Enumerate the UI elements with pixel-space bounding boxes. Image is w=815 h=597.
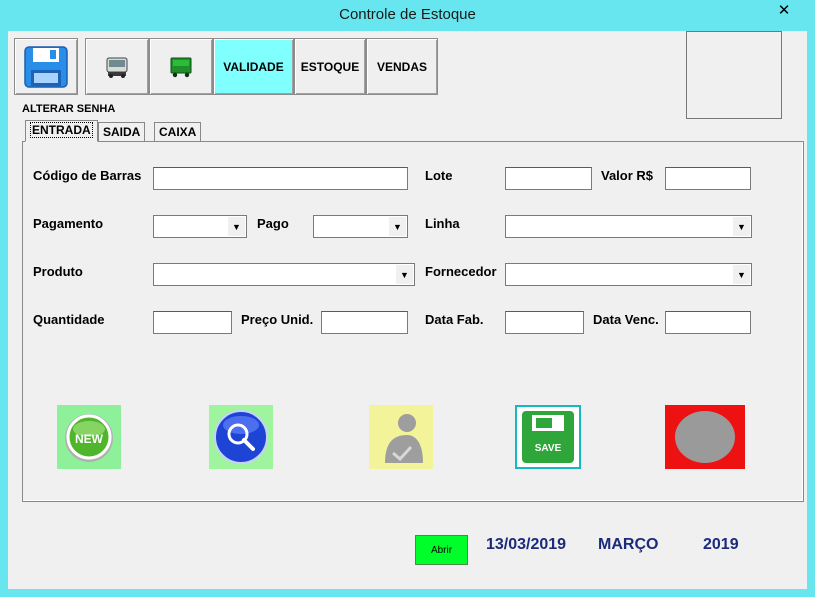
green-truck-icon bbox=[170, 57, 192, 77]
pago-label: Pago bbox=[257, 216, 289, 231]
pagamento-select[interactable]: ▼ bbox=[153, 215, 247, 238]
search-button[interactable] bbox=[209, 405, 273, 469]
estoque-button[interactable]: ESTOQUE bbox=[294, 38, 366, 95]
quantidade-label: Quantidade bbox=[33, 312, 105, 327]
new-icon: NEW bbox=[65, 414, 113, 462]
chevron-down-icon[interactable]: ▼ bbox=[228, 217, 245, 236]
floppy-disk-icon bbox=[24, 45, 68, 88]
user-check-icon bbox=[385, 414, 423, 463]
valor-label: Valor R$ bbox=[601, 168, 654, 183]
validade-button[interactable]: VALIDADE bbox=[213, 38, 294, 95]
current-year: 2019 bbox=[703, 536, 739, 553]
save-toolbar-button[interactable] bbox=[14, 38, 78, 95]
vendas-button[interactable]: VENDAS bbox=[366, 38, 438, 95]
window-client-area: VALIDADE ESTOQUE VENDAS ALTERAR SENHA EN… bbox=[8, 31, 807, 589]
lote-label: Lote bbox=[425, 168, 453, 183]
valor-field[interactable] bbox=[665, 167, 751, 190]
entrada-panel: Código de Barras Lote Valor R$ Pagamento… bbox=[22, 141, 804, 502]
svg-text:NEW: NEW bbox=[75, 432, 104, 446]
search-icon bbox=[214, 410, 268, 464]
alterar-senha-link[interactable]: ALTERAR SENHA bbox=[22, 103, 115, 115]
new-button[interactable]: NEW bbox=[57, 405, 121, 469]
preco-unid-label: Preço Unid. bbox=[241, 312, 314, 327]
data-venc-field[interactable] bbox=[665, 311, 751, 334]
truck-icon bbox=[106, 57, 128, 78]
fornecedor-label: Fornecedor bbox=[425, 264, 497, 279]
chevron-down-icon[interactable]: ▼ bbox=[396, 265, 413, 284]
quantidade-field[interactable] bbox=[153, 311, 232, 334]
save-disk-icon: SAVE bbox=[522, 411, 574, 463]
abrir-button[interactable]: Abrir bbox=[415, 535, 468, 565]
tab-entrada-label: ENTRADA bbox=[30, 122, 93, 138]
current-month: MARÇO bbox=[598, 536, 659, 553]
tab-caixa[interactable]: CAIXA bbox=[154, 122, 202, 141]
pagamento-label: Pagamento bbox=[33, 216, 104, 231]
tab-saida[interactable]: SAIDA bbox=[98, 122, 146, 141]
stop-icon bbox=[675, 411, 735, 463]
chevron-down-icon[interactable]: ▼ bbox=[389, 217, 406, 236]
chevron-down-icon[interactable]: ▼ bbox=[733, 217, 750, 236]
title-bar: Controle de Estoque ✕ bbox=[0, 0, 815, 31]
current-date: 13/03/2019 bbox=[486, 536, 567, 553]
codigo-barras-label: Código de Barras bbox=[33, 168, 142, 183]
linha-select[interactable]: ▼ bbox=[505, 215, 752, 238]
data-venc-label: Data Venc. bbox=[593, 312, 659, 327]
codigo-barras-field[interactable] bbox=[153, 167, 408, 190]
image-placeholder-box bbox=[686, 31, 782, 119]
pago-select[interactable]: ▼ bbox=[313, 215, 408, 238]
linha-label: Linha bbox=[425, 216, 460, 231]
produto-select[interactable]: ▼ bbox=[153, 263, 415, 286]
produto-label: Produto bbox=[33, 264, 83, 279]
lote-field[interactable] bbox=[505, 167, 592, 190]
tab-entrada[interactable]: ENTRADA bbox=[25, 120, 98, 142]
svg-text:SAVE: SAVE bbox=[535, 443, 562, 454]
delete-button[interactable] bbox=[665, 405, 745, 469]
green-truck-toolbar-button[interactable] bbox=[149, 38, 213, 95]
close-button[interactable]: ✕ bbox=[761, 0, 807, 22]
chevron-down-icon[interactable]: ▼ bbox=[733, 265, 750, 284]
data-fab-field[interactable] bbox=[505, 311, 584, 334]
preco-unid-field[interactable] bbox=[321, 311, 408, 334]
edit-button[interactable] bbox=[369, 405, 433, 469]
save-record-button[interactable]: SAVE bbox=[515, 405, 581, 469]
fornecedor-select[interactable]: ▼ bbox=[505, 263, 752, 286]
window-title: Controle de Estoque bbox=[339, 6, 476, 23]
data-fab-label: Data Fab. bbox=[425, 312, 484, 327]
truck-toolbar-button[interactable] bbox=[85, 38, 149, 95]
